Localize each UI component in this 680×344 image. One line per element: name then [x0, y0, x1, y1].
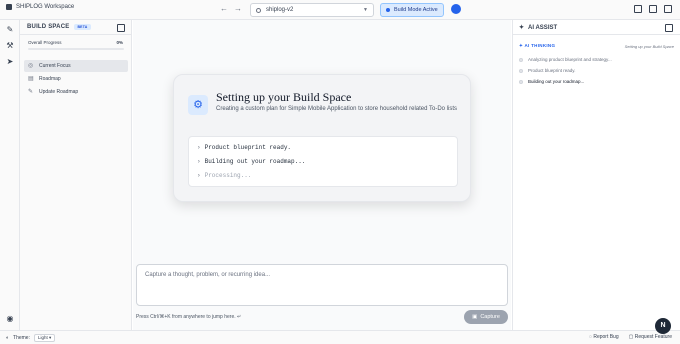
sparkle-icon: ✦ — [519, 25, 525, 31]
sidebar-item-label: Update Roadmap — [39, 89, 79, 95]
step-dot-icon — [519, 57, 523, 62]
left-rail: ✎ ⚒ ➤ ◉ — [0, 20, 20, 330]
progress-value: 0% — [116, 40, 123, 45]
panel-collapse-icon[interactable] — [665, 24, 673, 32]
assistant-avatar-button[interactable]: N — [655, 318, 671, 334]
beta-badge: BETA — [74, 24, 91, 30]
build-mode-label: Build Mode Active — [394, 7, 438, 13]
build-mode-dot-icon — [386, 8, 390, 12]
theme-control: ◐ Theme: Light ▾ — [6, 334, 56, 342]
chevron-right-icon: › — [197, 158, 201, 165]
build-mode-toggle[interactable]: Build Mode Active — [380, 3, 444, 17]
bottom-panel-toggle-icon[interactable] — [649, 5, 657, 13]
progress-bar — [28, 48, 124, 50]
sidebar-item-current-focus[interactable]: ◎ Current Focus — [24, 60, 128, 72]
pencil-icon[interactable]: ✎ — [6, 26, 14, 34]
right-panel-toggle-icon[interactable] — [664, 5, 672, 13]
project-search-select[interactable]: shiplog-v2 ▼ — [250, 3, 374, 17]
sidebar-item-label: Roadmap — [39, 76, 61, 82]
capture-icon: ▣ — [472, 314, 478, 320]
edit-icon: ✎ — [28, 89, 34, 95]
globe-icon[interactable] — [451, 4, 461, 14]
palette-icon: ◐ — [6, 335, 10, 341]
workspace-header: SHIPLOG Workspace — [6, 4, 74, 10]
chevron-right-icon: › — [197, 144, 201, 151]
left-panel-toggle-icon[interactable] — [634, 5, 642, 13]
roadmap-icon: ▤ — [28, 76, 34, 82]
request-feature-link[interactable]: ▢ Request Feature — [629, 334, 672, 340]
search-icon — [256, 7, 261, 13]
terminal-line: › Product blueprint ready. — [197, 144, 292, 151]
ai-step: Analyzing product blueprint and strategy… — [519, 57, 612, 62]
terminal-line: › Building out your roadmap... — [197, 158, 306, 165]
step-dot-icon — [519, 68, 523, 73]
card-subtitle: Creating a custom plan for Simple Mobile… — [216, 106, 458, 112]
build-space-sidebar: BUILD SPACE BETA Overall Progress 0% ◎ C… — [20, 20, 132, 330]
capture-button[interactable]: ▣ Capture — [464, 310, 508, 324]
user-icon[interactable]: ◉ — [6, 315, 14, 323]
wrench-icon[interactable]: ⚒ — [6, 42, 14, 50]
chevron-down-icon: ▼ — [363, 7, 368, 13]
send-icon[interactable]: ➤ — [6, 58, 14, 66]
divider — [20, 34, 132, 35]
forward-arrow-icon[interactable]: → — [234, 4, 242, 14]
report-bug-link[interactable]: ◌ Report Bug — [589, 334, 619, 340]
build-space-header: BUILD SPACE BETA — [27, 24, 91, 30]
theme-label: Theme: — [13, 335, 30, 341]
gear-icon: ⚙ — [188, 95, 208, 115]
layout-controls — [634, 5, 672, 13]
target-icon: ◎ — [28, 63, 34, 69]
main-area: ⚙ Setting up your Build Space Creating a… — [133, 20, 511, 330]
project-search-value: shiplog-v2 — [266, 7, 294, 13]
progress-terminal: › Product blueprint ready. › Building out … — [188, 136, 458, 187]
ai-assist-panel: ✦ AI ASSIST ✦ AI THINKING Setting up you… — [512, 20, 680, 330]
status-actions: ◌ Report Bug ▢ Request Feature — [589, 334, 672, 340]
ai-assist-header: ✦ AI ASSIST — [519, 24, 558, 32]
step-dot-icon — [519, 79, 523, 84]
capture-button-label: Capture — [480, 314, 500, 320]
shortcut-hint: Press Ctrl/⌘+K from anywhere to jump her… — [136, 314, 242, 320]
capture-input[interactable]: Capture a thought, problem, or recurring… — [136, 264, 508, 306]
build-space-title: BUILD SPACE — [27, 24, 70, 30]
capture-placeholder: Capture a thought, problem, or recurring… — [145, 272, 271, 278]
workspace-logo-icon — [6, 4, 12, 10]
card-title: Setting up your Build Space — [216, 90, 352, 104]
progress-label: Overall Progress — [28, 40, 62, 45]
chevron-down-icon: ▾ — [49, 335, 52, 340]
ai-thinking-label: ✦ AI THINKING — [519, 43, 556, 48]
workspace-title: SHIPLOG Workspace — [16, 4, 75, 10]
ai-assist-title: AI ASSIST — [528, 24, 558, 31]
divider — [513, 34, 680, 35]
sidebar-item-update-roadmap[interactable]: ✎ Update Roadmap — [24, 86, 128, 98]
chevron-right-icon: › — [197, 172, 201, 179]
top-bar: SHIPLOG Workspace ← → shiplog-v2 ▼ Build… — [0, 0, 680, 20]
enter-icon: ↵ — [237, 314, 242, 320]
setup-card: ⚙ Setting up your Build Space Creating a… — [173, 74, 471, 202]
ai-context: Setting up your Build Space — [624, 44, 674, 49]
terminal-line: › Processing... — [197, 172, 252, 179]
sidebar-collapse-icon[interactable] — [117, 24, 125, 32]
status-bar: ◐ Theme: Light ▾ ◌ Report Bug ▢ Request … — [0, 330, 680, 344]
ai-step: Product blueprint ready. — [519, 68, 575, 73]
sidebar-item-label: Current Focus — [39, 63, 71, 69]
back-arrow-icon[interactable]: ← — [220, 4, 228, 14]
sidebar-item-roadmap[interactable]: ▤ Roadmap — [24, 73, 128, 85]
ai-step-current: Building out your roadmap... — [519, 79, 584, 84]
theme-select[interactable]: Light ▾ — [33, 334, 56, 342]
history-nav: ← → — [220, 4, 242, 14]
